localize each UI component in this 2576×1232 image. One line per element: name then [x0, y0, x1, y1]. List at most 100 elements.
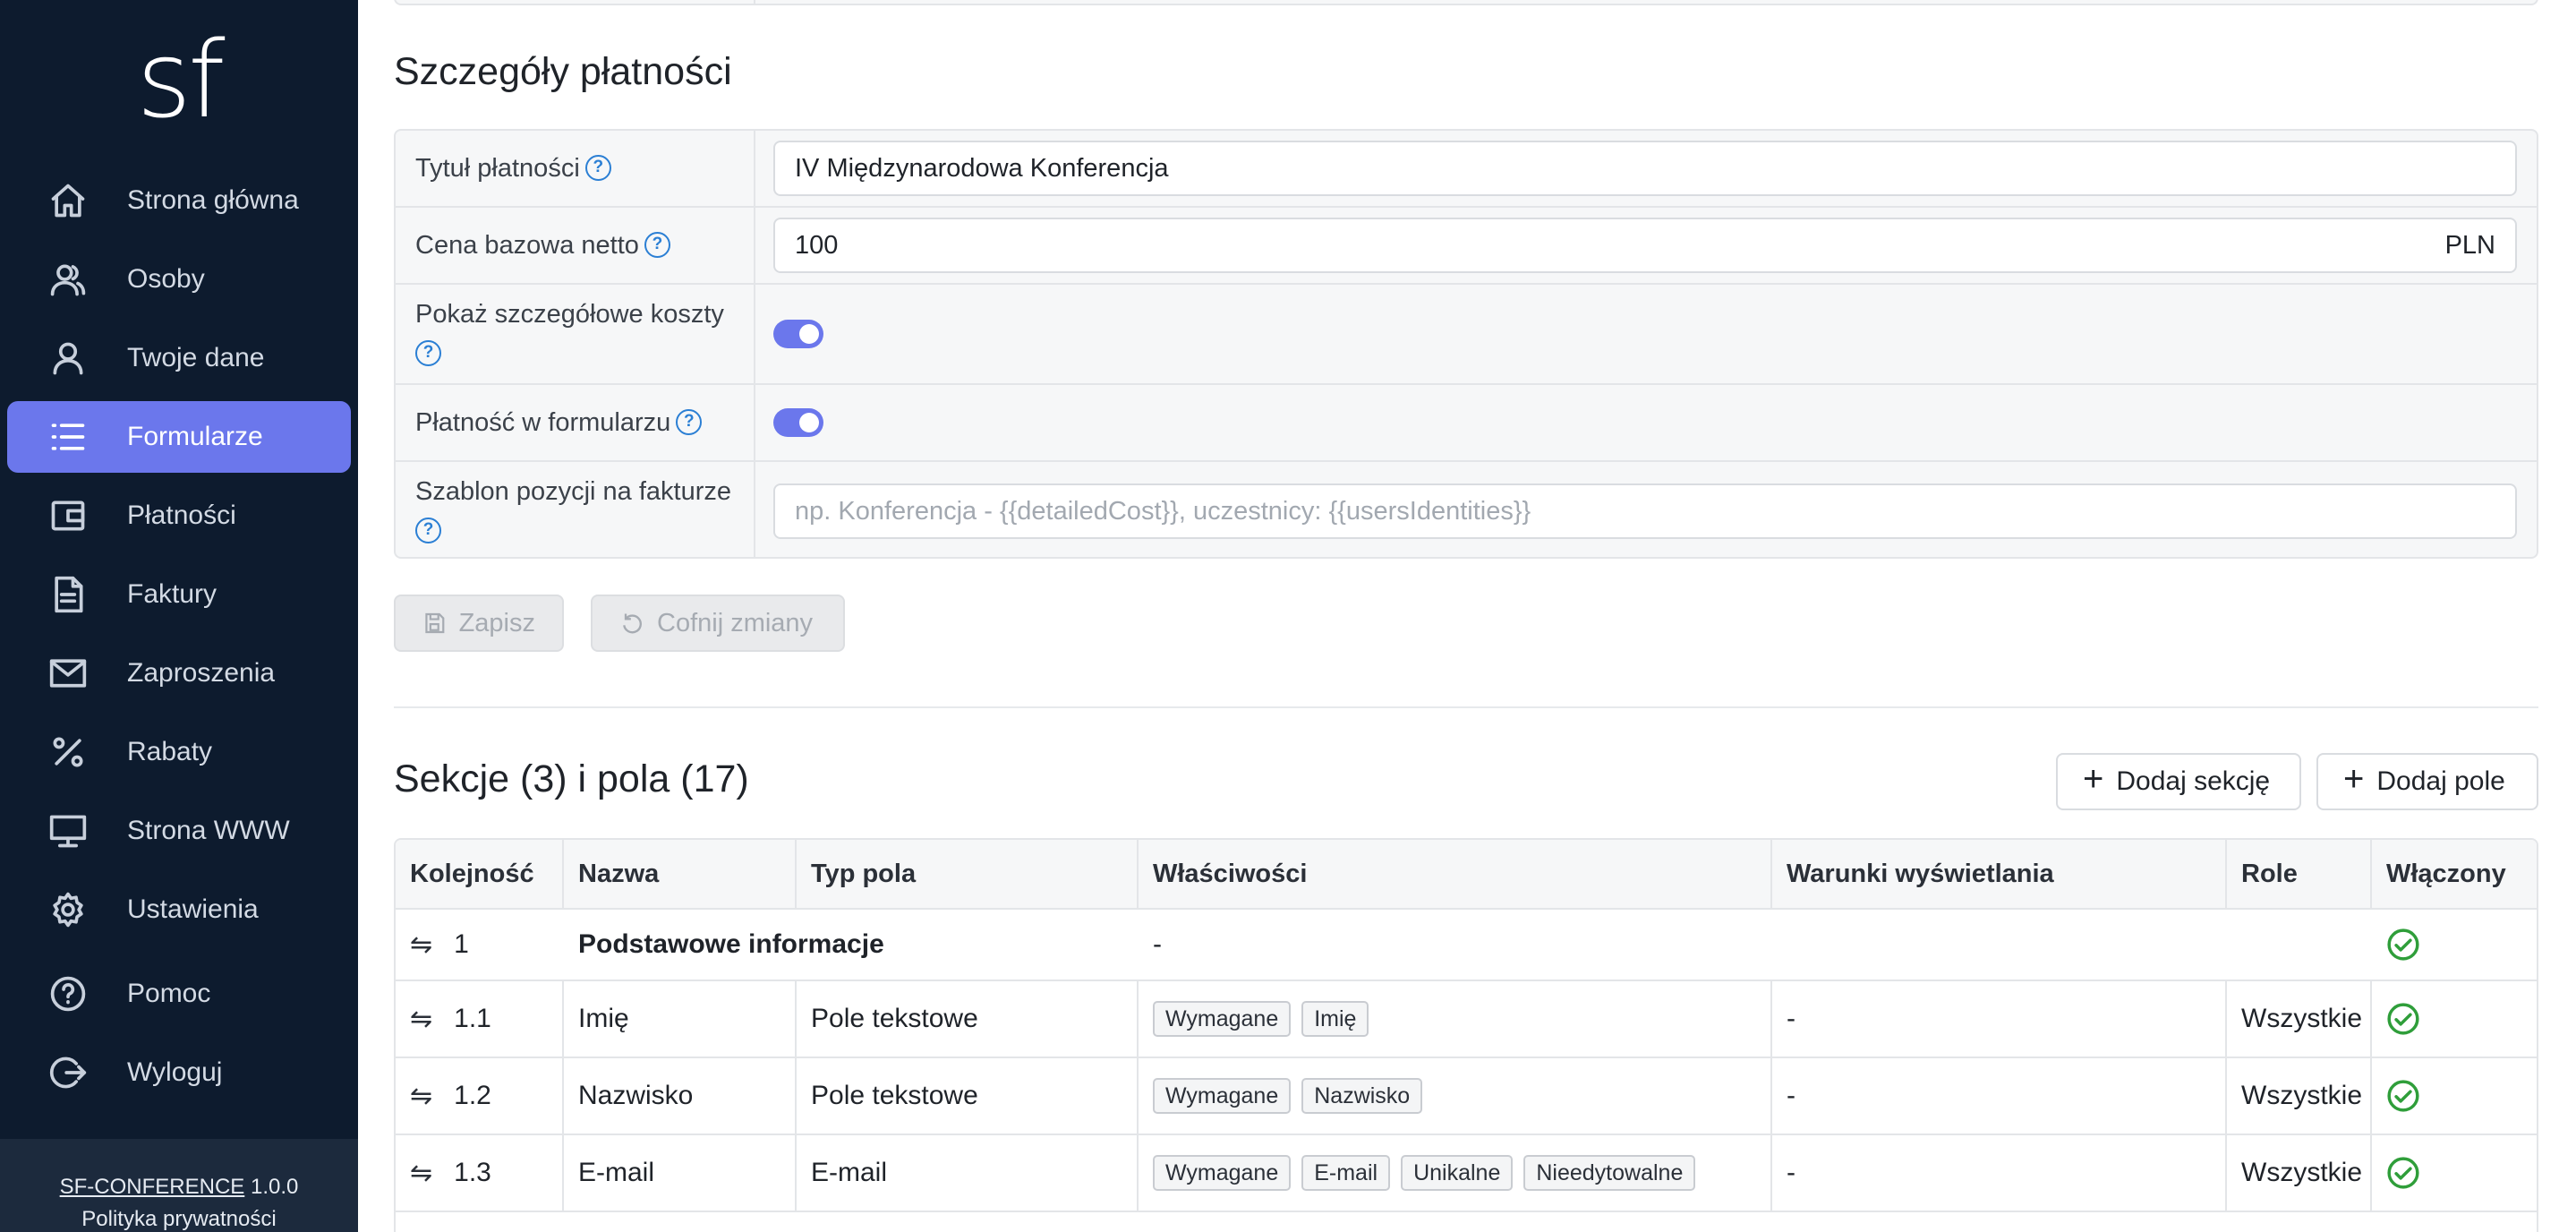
sidebar-item-payments[interactable]: Płatności — [7, 480, 351, 552]
sidebar-item-label: Zaproszenia — [127, 658, 276, 688]
logout-icon — [48, 1053, 88, 1092]
form-row-payment-title: Tytuł płatności? IV Międzynarodowa Konfe… — [396, 131, 2537, 208]
roles-cell: Wszystkie — [2227, 1135, 2372, 1211]
drag-handle-icon[interactable]: ⇋ — [410, 1081, 432, 1112]
column-header-properties[interactable]: Właściwości — [1139, 840, 1772, 908]
save-button[interactable]: Zapisz — [394, 595, 564, 652]
save-button-label: Zapisz — [458, 608, 535, 637]
help-circle-icon[interactable]: ? — [584, 154, 611, 181]
invoice-template-placeholder: np. Konferencja - {{detailedCost}}, ucze… — [795, 496, 1531, 526]
help-circle-icon[interactable]: ? — [644, 231, 670, 258]
wallet-icon — [48, 496, 88, 535]
column-header-name[interactable]: Nazwa — [564, 840, 797, 908]
list-icon — [48, 417, 88, 457]
column-header-order[interactable]: Kolejność — [396, 840, 564, 908]
drag-handle-icon[interactable]: ⇋ — [410, 1158, 432, 1189]
help-icon — [48, 974, 88, 1014]
section-properties-cell: - — [1153, 929, 1162, 959]
base-price-input[interactable]: 100 PLN — [773, 218, 2517, 273]
property-tag: Imię — [1301, 1001, 1369, 1037]
mail-icon — [48, 654, 88, 693]
payment-in-form-toggle[interactable] — [773, 408, 823, 437]
sidebar-item-home[interactable]: Strona główna — [7, 165, 351, 236]
detailed-costs-toggle[interactable] — [773, 320, 823, 348]
payment-title-label: Tytuł płatności — [415, 154, 580, 183]
sidebar-item-forms[interactable]: Formularze — [7, 401, 351, 473]
payment-in-form-label: Płatność w formularzu — [415, 408, 671, 437]
help-circle-icon[interactable]: ? — [676, 408, 703, 435]
table-row[interactable]: ⇋ 1.3 E-mail E-mail Wymagane E-mail Unika… — [396, 1135, 2537, 1212]
table-row[interactable]: ⇋ 1.2 Nazwisko Pole tekstowe Wymagane Naz… — [396, 1058, 2537, 1135]
property-tag: Nazwisko — [1301, 1078, 1423, 1114]
sidebar-item-invitations[interactable]: Zaproszenia — [7, 637, 351, 709]
table-row[interactable]: ⇋ 1.1 Imię Pole tekstowe Wymagane Imię - … — [396, 981, 2537, 1058]
sidebar-item-your-data[interactable]: Twoje dane — [7, 322, 351, 394]
payment-details-title: Szczegóły płatności — [394, 50, 732, 93]
roles-cell: Wszystkie — [2227, 981, 2372, 1057]
sidebar-item-settings[interactable]: Ustawienia — [7, 874, 351, 945]
fields-table: Kolejność Nazwa Typ pola Właściwości War… — [394, 838, 2538, 1232]
field-label: Tytuł płatności? — [396, 131, 755, 206]
column-header-enabled[interactable]: Włączony — [2372, 840, 2537, 908]
type-cell: E-mail — [797, 1135, 1139, 1211]
payment-title-value: IV Międzynarodowa Konferencja — [795, 153, 1169, 183]
order-value: 1.1 — [454, 1004, 491, 1033]
enabled-cell — [2372, 910, 2537, 980]
sidebar-item-label: Osoby — [127, 264, 205, 294]
sidebar-item-label: Wyloguj — [127, 1057, 223, 1087]
sidebar-footer: SF-CONFERENCE 1.0.0 Polityka prywatności — [0, 1139, 358, 1232]
sidebar-item-label: Ustawienia — [127, 894, 259, 924]
properties-cell: Wymagane Nazwisko — [1139, 1058, 1772, 1134]
section-divider — [394, 706, 2538, 708]
form-row-invoice-template: Szablon pozycji na fakturze ? np. Konfer… — [396, 462, 2537, 557]
app-name-link[interactable]: SF-CONFERENCE — [60, 1175, 245, 1199]
base-price-value: 100 — [795, 230, 839, 260]
properties-cell: Wymagane E-mail Unikalne Nieedytowalne — [1139, 1135, 1772, 1211]
order-value: 1.2 — [454, 1081, 491, 1110]
sidebar-item-help[interactable]: Pomoc — [7, 958, 351, 1030]
invoice-template-input[interactable]: np. Konferencja - {{detailedCost}}, ucze… — [773, 483, 2517, 539]
table-row-partial — [396, 1212, 2537, 1232]
add-section-button[interactable]: + Dodaj sekcję — [2056, 753, 2301, 810]
form-row-base-price: Cena bazowa netto? 100 PLN — [396, 208, 2537, 285]
form-row-detailed-costs: Pokaż szczegółowe koszty ? — [396, 285, 2537, 385]
gear-icon — [48, 890, 88, 929]
type-cell: Pole tekstowe — [797, 981, 1139, 1057]
conditions-cell: - — [1772, 1058, 2227, 1134]
sidebar-item-invoices[interactable]: Faktury — [7, 559, 351, 630]
name-cell: E-mail — [564, 1135, 797, 1211]
sidebar-item-label: Faktury — [127, 579, 218, 609]
field-label: Cena bazowa netto? — [396, 208, 755, 283]
payment-title-input[interactable]: IV Międzynarodowa Konferencja — [773, 141, 2517, 196]
property-tag: Nieedytowalne — [1523, 1155, 1696, 1191]
table-row-section[interactable]: ⇋ 1 Podstawowe informacje - — [396, 910, 2537, 981]
payment-details-form: Tytuł płatności? IV Międzynarodowa Konfe… — [394, 129, 2538, 559]
field-label: Szablon pozycji na fakturze ? — [396, 462, 755, 557]
add-field-button[interactable]: + Dodaj pole — [2316, 753, 2538, 810]
check-circle-icon — [2386, 1156, 2420, 1190]
invoice-template-label: Szablon pozycji na fakturze — [415, 477, 732, 506]
name-cell: Imię — [564, 981, 797, 1057]
table-header: Kolejność Nazwa Typ pola Właściwości War… — [396, 840, 2537, 910]
detailed-costs-label: Pokaż szczegółowe koszty — [415, 300, 724, 329]
sidebar-item-people[interactable]: Osoby — [7, 244, 351, 315]
monitor-icon — [48, 811, 88, 851]
type-cell: Pole tekstowe — [797, 1058, 1139, 1134]
drag-handle-icon[interactable]: ⇋ — [410, 1004, 432, 1035]
drag-handle-icon[interactable]: ⇋ — [410, 929, 432, 961]
privacy-policy-link[interactable]: Polityka prywatności — [81, 1207, 276, 1231]
order-cell: ⇋ 1.3 — [396, 1135, 564, 1211]
sidebar-item-logout[interactable]: Wyloguj — [7, 1037, 351, 1108]
column-header-roles[interactable]: Role — [2227, 840, 2372, 908]
help-circle-icon[interactable]: ? — [415, 517, 441, 543]
order-cell: ⇋ 1.2 — [396, 1058, 564, 1134]
column-header-type[interactable]: Typ pola — [797, 840, 1139, 908]
property-tag: E-mail — [1301, 1155, 1391, 1191]
column-header-conditions[interactable]: Warunki wyświetlania — [1772, 840, 2227, 908]
help-circle-icon[interactable]: ? — [415, 339, 441, 366]
currency-suffix: PLN — [2444, 230, 2495, 260]
check-circle-icon — [2386, 1002, 2420, 1036]
sidebar-item-website[interactable]: Strona WWW — [7, 795, 351, 867]
sidebar-item-discounts[interactable]: Rabaty — [7, 716, 351, 788]
revert-changes-button[interactable]: Cofnij zmiany — [591, 595, 845, 652]
